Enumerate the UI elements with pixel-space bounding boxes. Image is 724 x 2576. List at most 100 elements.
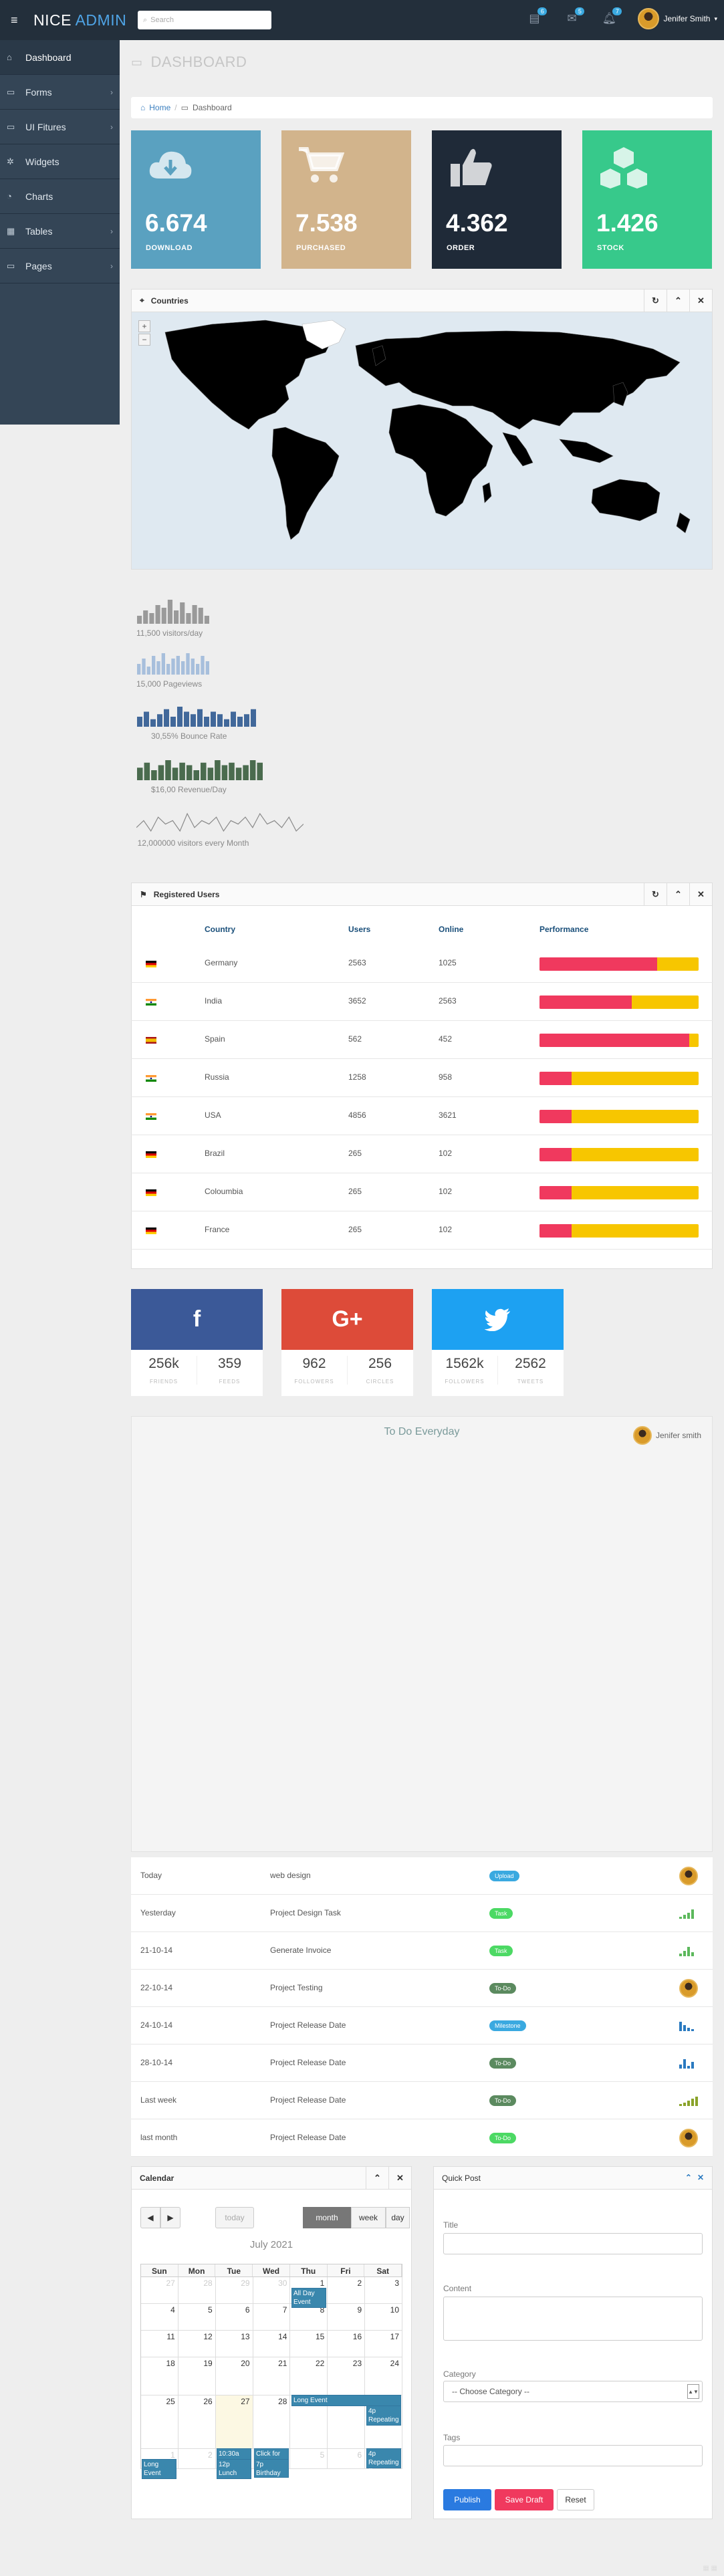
calendar-day[interactable]: 29: [215, 2277, 253, 2304]
sidebar-item-pages[interactable]: ▭ Pages ›: [0, 249, 120, 283]
logo[interactable]: NICE ADMIN: [33, 11, 126, 29]
close-icon[interactable]: ✕: [388, 2167, 411, 2189]
menu-toggle-icon[interactable]: ≡: [11, 13, 25, 27]
calendar-day[interactable]: 13: [215, 2331, 253, 2357]
task-row[interactable]: last month Project Release Date To-Do: [131, 2119, 713, 2157]
refresh-icon[interactable]: ↻: [644, 883, 667, 905]
calendar-day[interactable]: 23: [328, 2357, 366, 2395]
sidebar-item-ui-fitures[interactable]: ▭ UI Fitures ›: [0, 110, 120, 144]
close-icon[interactable]: ✕: [689, 883, 712, 905]
breadcrumb-home-link[interactable]: Home: [149, 103, 170, 112]
week-view-button[interactable]: week: [351, 2207, 386, 2228]
calendar-event[interactable]: 4p Repeating Event: [366, 2448, 401, 2475]
calendar-day[interactable]: 28: [253, 2395, 291, 2449]
calendar-event[interactable]: Long Event: [142, 2459, 176, 2479]
twitter-icon[interactable]: [432, 1289, 564, 1350]
calendar-day[interactable]: 7: [253, 2304, 291, 2331]
calendar-day[interactable]: 18: [141, 2357, 178, 2395]
calendar-day[interactable]: 12: [178, 2331, 216, 2357]
title-input[interactable]: [443, 2233, 703, 2254]
sidebar-item-tables[interactable]: ▦ Tables ›: [0, 214, 120, 249]
task-row[interactable]: 22-10-14 Project Testing To-Do: [131, 1970, 713, 2007]
notifications-button[interactable]: 🔔︎ 7: [600, 7, 622, 27]
task-row[interactable]: 21-10-14 Generate Invoice Task: [131, 1932, 713, 1970]
search-input[interactable]: ⌕ Search: [138, 11, 271, 29]
month-view-button[interactable]: month: [303, 2207, 351, 2228]
zoom-out-button[interactable]: −: [138, 334, 150, 346]
calendar-day[interactable]: 6: [215, 2304, 253, 2331]
calendar-day[interactable]: 27: [215, 2395, 253, 2449]
calendar-day[interactable]: 9: [328, 2304, 366, 2331]
calendar-day[interactable]: 30: [253, 2277, 291, 2304]
calendar-day[interactable]: 16: [328, 2331, 366, 2357]
facebook-icon[interactable]: f: [131, 1289, 263, 1350]
today-button[interactable]: today: [215, 2207, 254, 2228]
tags-input[interactable]: [443, 2445, 703, 2466]
collapse-icon[interactable]: ⌃: [667, 883, 689, 905]
calendar-day[interactable]: 10: [365, 2304, 403, 2331]
calendar-day[interactable]: 26: [178, 2395, 216, 2449]
calendar-day[interactable]: 14: [253, 2331, 291, 2357]
mini-bar: [695, 2097, 698, 2106]
task-row[interactable]: Yesterday Project Design Task Task: [131, 1895, 713, 1932]
refresh-icon[interactable]: ↻: [644, 289, 667, 312]
online-cell: 102: [439, 1187, 453, 1196]
stat-tile-stock[interactable]: 1.426 STOCK: [582, 130, 712, 269]
sidebar-item-widgets[interactable]: ✲ Widgets: [0, 144, 120, 179]
calendar-day[interactable]: 11: [141, 2331, 178, 2357]
mail-button[interactable]: ✉ 5: [563, 7, 585, 27]
task-row[interactable]: 28-10-14 Project Release Date To-Do: [131, 2044, 713, 2082]
calendar-day[interactable]: 19: [178, 2357, 216, 2395]
user-menu[interactable]: Jenifer Smith ▾: [638, 8, 717, 29]
task-row[interactable]: Today web design Upload: [131, 1857, 713, 1895]
calendar-day[interactable]: 15: [290, 2331, 328, 2357]
calendar-day[interactable]: 5: [290, 2449, 328, 2469]
calendar-day[interactable]: 4: [141, 2304, 178, 2331]
calendar-event[interactable]: 4p Repeating Event: [366, 2406, 401, 2432]
calendar-day[interactable]: 2: [328, 2277, 366, 2304]
calendar-day[interactable]: 6: [328, 2449, 366, 2469]
calendar-day[interactable]: 17: [365, 2331, 403, 2357]
content-textarea[interactable]: [443, 2297, 703, 2341]
sidebar-item-dashboard[interactable]: ⌂ Dashboard: [0, 40, 120, 75]
calendar-day[interactable]: 5: [178, 2304, 216, 2331]
collapse-icon[interactable]: ⌃: [685, 2167, 692, 2189]
mini-bar: [683, 2025, 686, 2031]
save-draft-button[interactable]: Save Draft: [495, 2489, 554, 2510]
prev-month-button[interactable]: ◀: [140, 2207, 160, 2228]
calendar-day[interactable]: 24: [365, 2357, 403, 2395]
stat-tile-download[interactable]: 6.674 DOWNLOAD: [131, 130, 261, 269]
collapse-icon[interactable]: ⌃: [667, 289, 689, 312]
sidebar-item-forms[interactable]: ▭ Forms ›: [0, 75, 120, 110]
google-plus-icon[interactable]: G+: [281, 1289, 413, 1350]
calendar-event[interactable]: 7p Birthday Party: [254, 2459, 289, 2486]
stat-tile-order[interactable]: 4.362 ORDER: [432, 130, 562, 269]
calendar-day[interactable]: 8: [290, 2304, 328, 2331]
calendar-day[interactable]: 2: [178, 2449, 216, 2469]
next-month-button[interactable]: ▶: [160, 2207, 180, 2228]
calendar-day[interactable]: 21: [253, 2357, 291, 2395]
category-select[interactable]: -- Choose Category -- ▲▼: [443, 2381, 703, 2402]
sidebar-item-charts[interactable]: ◔ Charts: [0, 179, 120, 214]
calendar-event[interactable]: Long Event: [291, 2395, 401, 2406]
calendar-day[interactable]: 27: [141, 2277, 178, 2304]
stat-tile-purchased[interactable]: 7.538 PURCHASED: [281, 130, 411, 269]
reset-button[interactable]: Reset: [557, 2489, 594, 2510]
day-view-button[interactable]: day: [386, 2207, 410, 2228]
calendar-day[interactable]: 22: [290, 2357, 328, 2395]
calendar-day[interactable]: 28: [178, 2277, 216, 2304]
zoom-in-button[interactable]: +: [138, 320, 150, 332]
calendar-event[interactable]: All Day Event: [291, 2288, 326, 2308]
close-icon[interactable]: ✕: [689, 289, 712, 312]
task-row[interactable]: Last week Project Release Date To-Do: [131, 2082, 713, 2119]
publish-button[interactable]: Publish: [443, 2489, 491, 2510]
collapse-icon[interactable]: ⌃: [366, 2167, 388, 2189]
close-icon[interactable]: ✕: [697, 2167, 704, 2189]
world-map[interactable]: + −: [132, 312, 712, 569]
calendar-day[interactable]: 3: [365, 2277, 403, 2304]
tasks-button[interactable]: ▤ 6: [525, 7, 548, 27]
calendar-day[interactable]: 25: [141, 2395, 178, 2449]
task-row[interactable]: 24-10-14 Project Release Date Milestone: [131, 2007, 713, 2044]
calendar-event[interactable]: 12p Lunch: [217, 2459, 251, 2479]
calendar-day[interactable]: 20: [215, 2357, 253, 2395]
